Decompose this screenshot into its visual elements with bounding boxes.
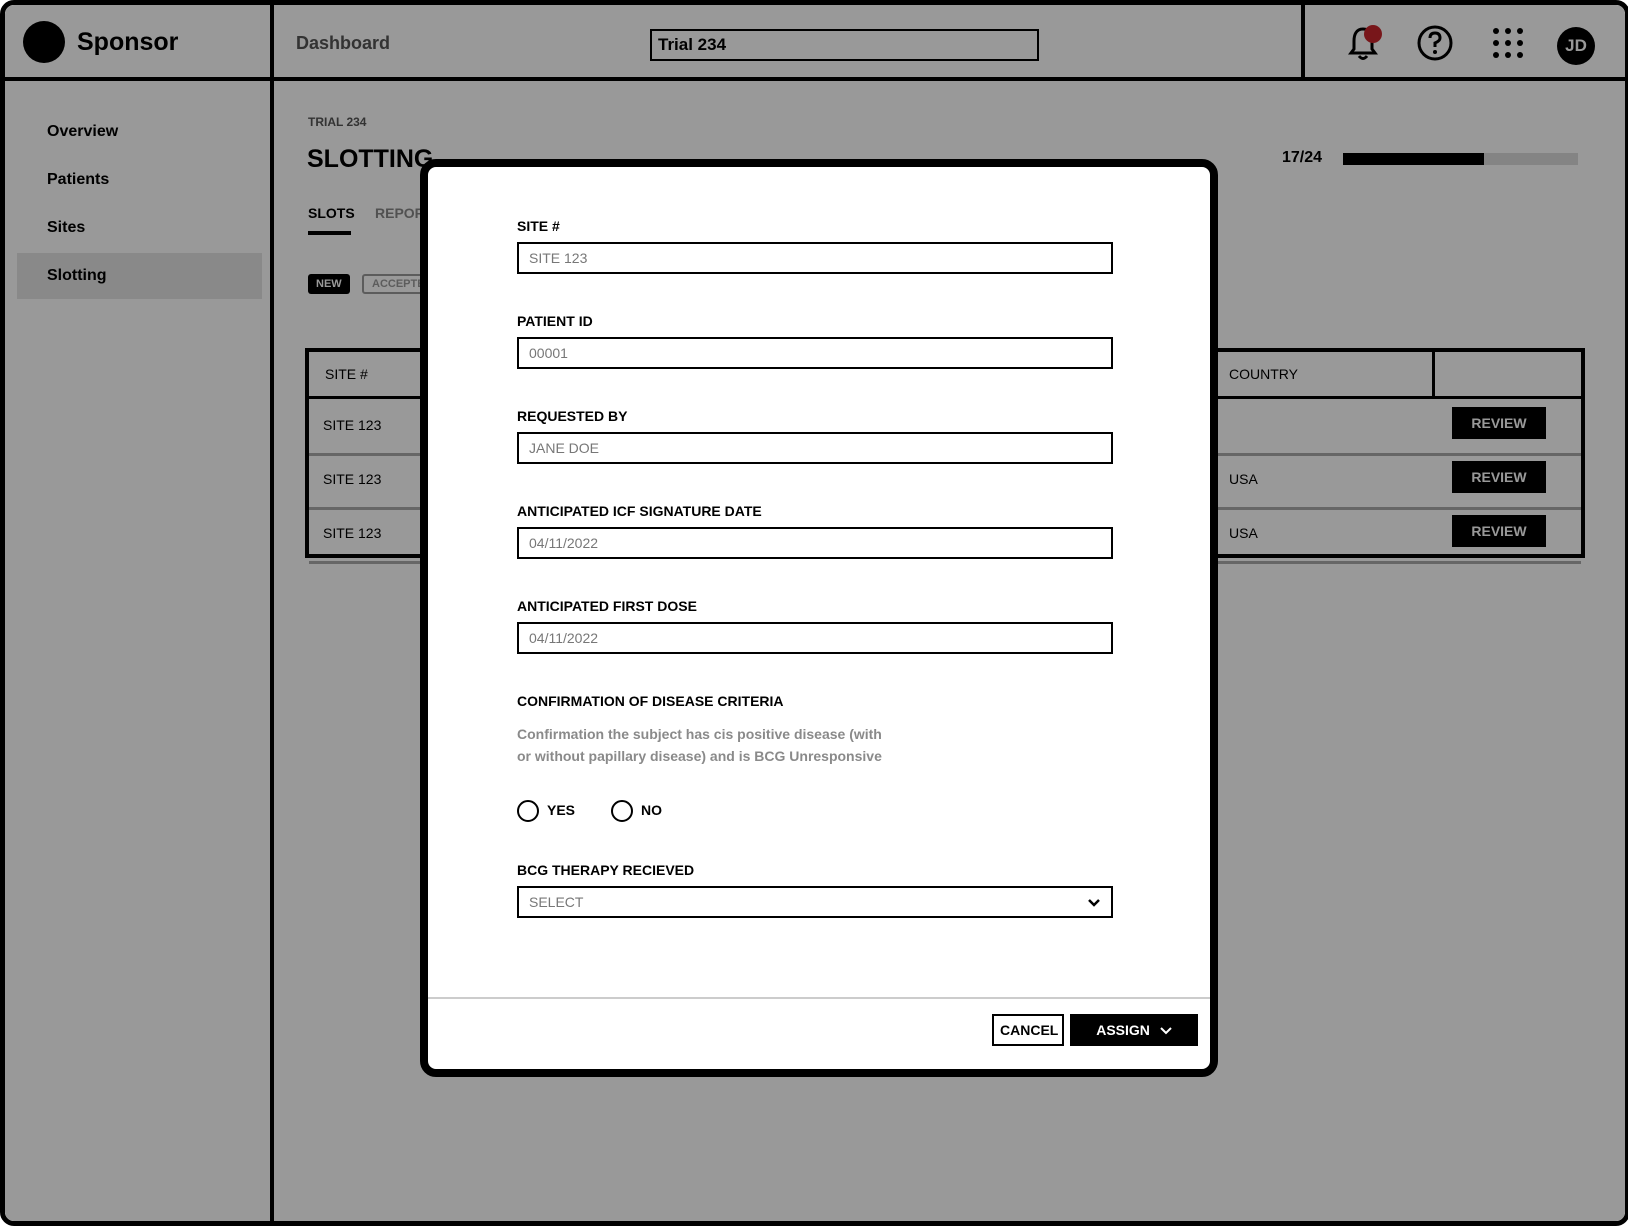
patient-id-label: PATIENT ID	[517, 313, 593, 329]
icf-date-field: ANTICIPATED ICF SIGNATURE DATE 04/11/202…	[517, 503, 1113, 559]
assign-button-label: ASSIGN	[1096, 1022, 1150, 1038]
patient-id-input[interactable]: 00001	[517, 337, 1113, 369]
modal-footer: CANCEL ASSIGN	[428, 997, 1210, 1069]
assign-button[interactable]: ASSIGN	[1070, 1014, 1198, 1046]
icf-date-input[interactable]: 04/11/2022	[517, 527, 1113, 559]
disease-criteria-label: CONFIRMATION OF DISEASE CRITERIA	[517, 693, 784, 709]
requested-by-field: REQUESTED BY JANE DOE	[517, 408, 1113, 464]
radio-no-circle[interactable]	[611, 800, 633, 822]
requested-by-input[interactable]: JANE DOE	[517, 432, 1113, 464]
assign-slot-modal: SITE # SITE 123 PATIENT ID 00001 REQUEST…	[420, 159, 1218, 1077]
first-dose-input[interactable]: 04/11/2022	[517, 622, 1113, 654]
app-window: Sponsor Dashboard JD Overview P	[0, 0, 1628, 1226]
site-field: SITE # SITE 123	[517, 218, 1113, 274]
first-dose-field: ANTICIPATED FIRST DOSE 04/11/2022	[517, 598, 1113, 654]
bcg-therapy-label: BCG THERAPY RECIEVED	[517, 862, 695, 878]
bcg-therapy-select[interactable]: SELECT	[517, 886, 1113, 918]
chevron-down-icon[interactable]	[1160, 1025, 1172, 1037]
site-input[interactable]: SITE 123	[517, 242, 1113, 274]
patient-id-field: PATIENT ID 00001	[517, 313, 1113, 369]
bcg-therapy-field: BCG THERAPY RECIEVED SELECT	[517, 862, 1113, 918]
icf-date-label: ANTICIPATED ICF SIGNATURE DATE	[517, 503, 762, 519]
bcg-therapy-select-value: SELECT	[529, 894, 584, 910]
radio-no-label: NO	[641, 802, 662, 818]
first-dose-label: ANTICIPATED FIRST DOSE	[517, 598, 697, 614]
disease-criteria-section: CONFIRMATION OF DISEASE CRITERIA Confirm…	[517, 693, 897, 767]
chevron-down-icon	[1088, 899, 1100, 907]
requested-by-label: REQUESTED BY	[517, 408, 628, 424]
disease-criteria-help: Confirmation the subject has cis positiv…	[517, 726, 882, 764]
cancel-button[interactable]: CANCEL	[992, 1014, 1064, 1046]
radio-yes-circle[interactable]	[517, 800, 539, 822]
radio-yes-label: YES	[547, 802, 576, 818]
site-field-label: SITE #	[517, 218, 560, 234]
